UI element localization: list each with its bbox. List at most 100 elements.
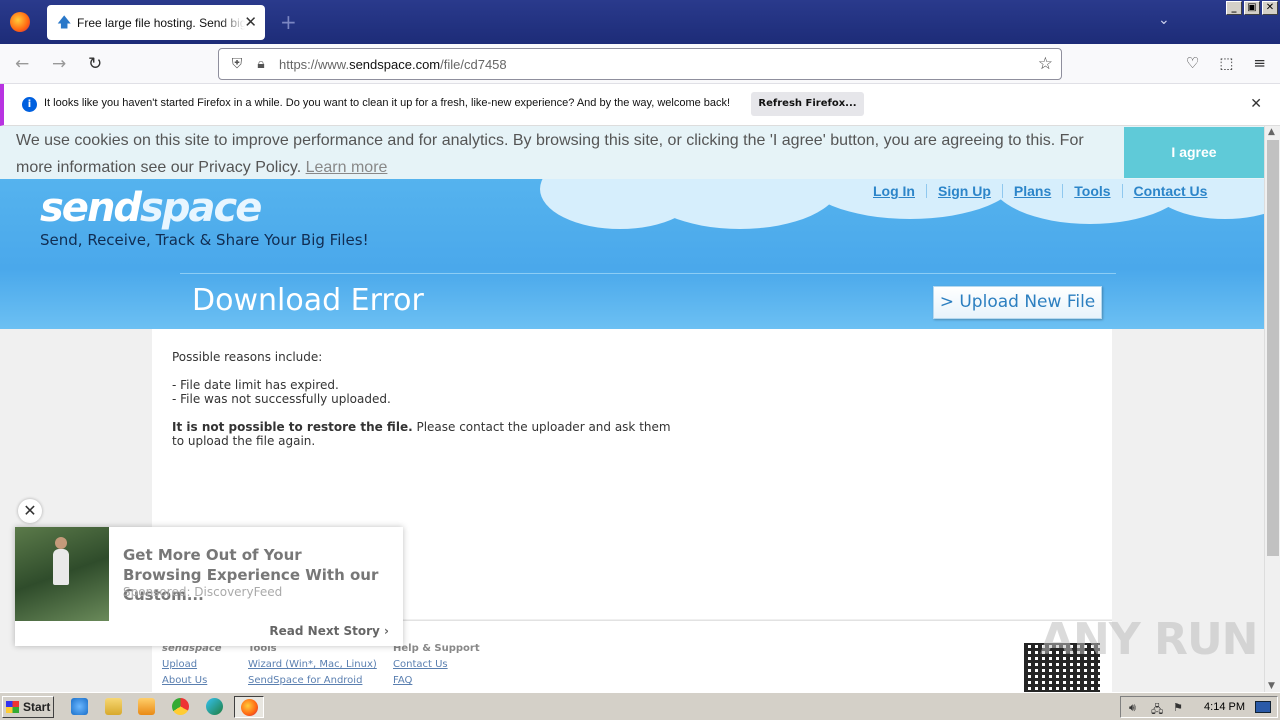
nav-separator [1001,184,1003,198]
footer-link-about-us[interactable]: About Us [162,673,222,689]
learn-more-link[interactable]: Learn more [306,159,388,176]
active-tab[interactable]: 🡅 Free large file hosting. Send big file… [47,5,265,40]
footer-col-help: Help & Support Contact Us FAQ [393,643,480,689]
new-tab-plus-icon[interactable]: + [280,10,297,34]
url-domain: sendspace.com [349,56,441,72]
minimize-button[interactable]: _ [1226,1,1242,15]
notification-text: It looks like you haven't started Firefo… [44,97,731,109]
list-all-tabs-chevron-icon[interactable]: ⌄ [1158,12,1170,28]
firefox-icon [241,699,258,716]
footer-link-wizard[interactable]: Wizard (Win*, Mac, Linux) [248,657,377,673]
site-header: sendspace Send, Receive, Track & Share Y… [0,179,1264,329]
firefox-taskbar-button[interactable] [234,696,264,718]
error-reasons: Possible reasons include: - File date li… [172,350,671,462]
reason-not-uploaded: - File was not successfully uploaded. [172,392,391,406]
footer-link-upload[interactable]: Upload [162,657,222,673]
vertical-scrollbar[interactable]: ▲ ▼ [1264,126,1280,692]
media-player-icon[interactable] [138,698,155,715]
forward-arrow-icon[interactable]: → [52,54,66,74]
tab-title: Free large file hosting. Send big files [77,15,245,30]
url-path: /file/cd7458 [440,56,507,72]
ad-sponsor: Sponsored: DiscoveryFeed [123,585,283,599]
chrome-icon[interactable] [172,698,189,715]
sendspace-logo[interactable]: sendspace [40,185,262,231]
show-desktop-icon[interactable] [1255,701,1271,713]
nav-contact-us[interactable]: Contact Us [1134,183,1208,199]
header-divider [180,273,1116,274]
start-label: Start [23,700,51,714]
read-next-story-link[interactable]: Read Next Story › [269,624,389,638]
system-tray: 🔊︎ 🖧︎ ⚑ 4:14 PM [1120,696,1278,718]
footer-col-tools: Tools Wizard (Win*, Mac, Linux) SendSpac… [248,643,377,689]
logo-send: send [40,185,142,231]
anyrun-watermark: ANY RUN [1040,614,1258,665]
edge-icon[interactable] [206,698,223,715]
footer-link-android[interactable]: SendSpace for Android [248,673,377,689]
reload-icon[interactable]: ↻ [88,54,102,74]
sponsored-popup[interactable]: Get More Out of Your Browsing Experience… [15,527,403,646]
nav-log-in[interactable]: Log In [873,183,915,199]
firefox-logo-icon[interactable] [10,12,30,32]
nav-separator [926,184,927,198]
ad-person-head [55,537,67,549]
tab-close-icon[interactable]: ✕ [244,13,257,31]
windows-flag-icon [6,701,19,713]
info-icon: i [22,97,37,112]
toolbar-icons: ♡ ⬚ ≡ [1186,54,1266,72]
pocket-icon[interactable]: ♡ [1186,54,1199,72]
scroll-down-icon[interactable]: ▼ [1268,681,1275,691]
clock[interactable]: 4:14 PM [1204,701,1245,713]
nav-separator [1121,184,1123,198]
page-title: Download Error [192,283,424,318]
extensions-icon[interactable]: ⬚ [1219,54,1233,72]
navigation-toolbar: ← → ↻ ⛨ 🔒︎ https://www.sendspace.com/fil… [0,44,1280,84]
logo-space: space [140,185,262,231]
notification-close-icon[interactable]: ✕ [1250,96,1262,112]
i-agree-button[interactable]: I agree [1124,127,1264,178]
footer-col-sendspace: sendspace Upload About Us [162,643,222,689]
nav-tools[interactable]: Tools [1074,183,1110,199]
refresh-firefox-button[interactable]: Refresh Firefox... [751,92,864,116]
tagline: Send, Receive, Track & Share Your Big Fi… [40,231,369,249]
cookie-text: We use cookies on this site to improve p… [16,127,1106,181]
url-bar[interactable]: ⛨ 🔒︎ https://www.sendspace.com/file/cd74… [218,48,1062,80]
volume-icon[interactable]: 🔊︎ [1129,701,1136,715]
shield-icon[interactable]: ⛨ [229,56,245,72]
back-arrow-icon[interactable]: ← [15,54,29,74]
scroll-up-icon[interactable]: ▲ [1268,127,1275,137]
reasons-list: - File date limit has expired. - File was… [172,378,671,406]
internet-explorer-icon[interactable] [71,698,88,715]
scroll-thumb[interactable] [1267,140,1279,556]
file-explorer-icon[interactable] [105,698,122,715]
restore-bold: It is not possible to restore the file. [172,420,413,434]
restore-button[interactable]: ▣ [1244,1,1260,15]
nav-plans[interactable]: Plans [1014,183,1051,199]
close-window-button[interactable]: ✕ [1262,1,1278,15]
ad-thumbnail[interactable] [15,527,109,621]
upload-new-file-button[interactable]: > Upload New File [933,286,1102,319]
window-controls: _ ▣ ✕ [1226,1,1278,15]
top-navigation: Log In Sign Up Plans Tools Contact Us [873,183,1207,199]
menu-hamburger-icon[interactable]: ≡ [1253,54,1266,72]
ad-close-icon[interactable]: ✕ [18,499,42,523]
cookie-banner: We use cookies on this site to improve p… [0,126,1264,179]
lock-icon[interactable]: 🔒︎ [253,56,269,72]
windows-taskbar: Start 🔊︎ 🖧︎ ⚑ 4:14 PM [0,692,1280,720]
restore-text-1: Please contact the uploader and ask them [412,420,671,434]
sendspace-favicon-icon: 🡅 [57,14,72,31]
start-button[interactable]: Start [2,696,54,718]
firefox-refresh-notification: i It looks like you haven't started Fire… [0,84,1280,126]
nav-separator [1062,184,1064,198]
page-viewport: We use cookies on this site to improve p… [0,126,1264,692]
footer-heading: Help & Support [393,643,480,654]
flag-icon[interactable]: ⚑ [1173,701,1183,714]
bookmark-star-icon[interactable]: ☆ [1038,54,1053,74]
nav-sign-up[interactable]: Sign Up [938,183,991,199]
network-icon[interactable]: 🖧︎ [1151,701,1163,720]
url-text[interactable]: https://www.sendspace.com/file/cd7458 [279,57,507,72]
read-next-label: Read Next Story [269,624,380,638]
chevron-right-icon: › [384,624,389,638]
footer-link-faq[interactable]: FAQ [393,673,480,689]
cookie-message: We use cookies on this site to improve p… [16,132,1084,176]
footer-link-contact-us[interactable]: Contact Us [393,657,480,673]
